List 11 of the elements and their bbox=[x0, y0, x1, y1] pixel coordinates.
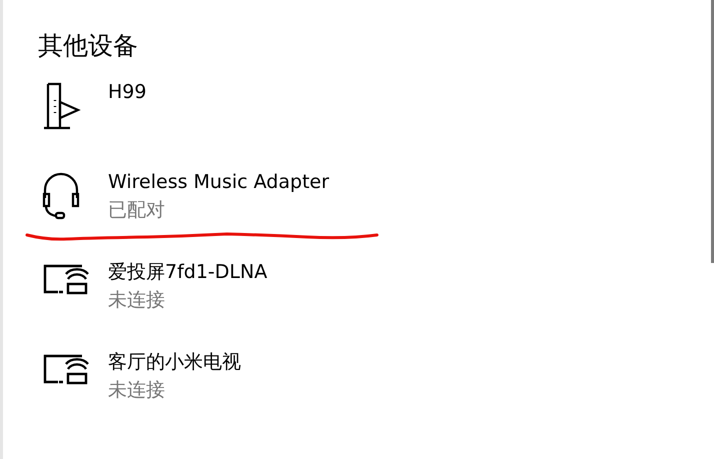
device-name: H99 bbox=[108, 80, 146, 105]
device-status: 已配对 bbox=[108, 198, 166, 223]
device-status: 未连接 bbox=[108, 378, 166, 403]
section-title: 其他设备 bbox=[38, 30, 139, 62]
device-name: 爱投屏7fd1-DLNA bbox=[108, 260, 268, 285]
scrollbar[interactable] bbox=[711, 0, 714, 263]
media-device-icon bbox=[42, 82, 82, 130]
headset-icon bbox=[42, 172, 80, 220]
device-name: 客厅的小米电视 bbox=[108, 350, 241, 375]
device-name: Wireless Music Adapter bbox=[108, 170, 330, 195]
device-status: 未连接 bbox=[108, 288, 166, 313]
